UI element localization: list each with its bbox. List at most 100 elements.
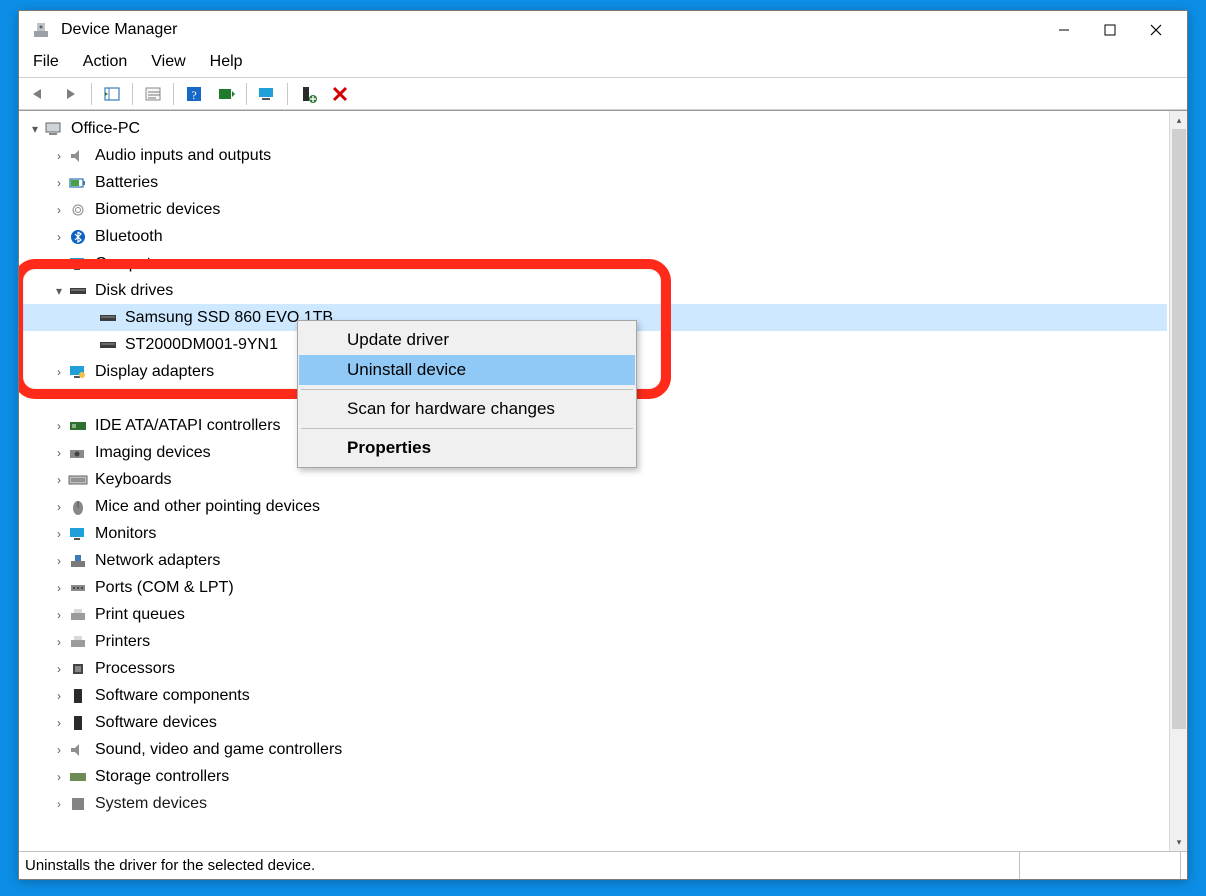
keyboard-icon (67, 471, 89, 489)
tree-item-ports[interactable]: › Ports (COM & LPT) (21, 574, 1167, 601)
chevron-right-icon[interactable]: › (51, 770, 67, 784)
device-tree[interactable]: ▾ Office-PC › Audio inputs and outputs ›… (19, 111, 1169, 851)
tree-item-network[interactable]: › Network adapters (21, 547, 1167, 574)
minimize-button[interactable] (1041, 14, 1087, 46)
toolbar-addhardware-button[interactable] (294, 81, 322, 107)
tree-item-printqueues[interactable]: › Print queues (21, 601, 1167, 628)
tree-item-computer[interactable]: › Computer (21, 250, 1167, 277)
chevron-down-icon[interactable]: ▾ (27, 122, 43, 136)
maximize-button[interactable] (1087, 14, 1133, 46)
chevron-right-icon[interactable]: › (51, 716, 67, 730)
tree-item-processors[interactable]: › Processors (21, 655, 1167, 682)
chevron-down-icon[interactable]: ▾ (51, 284, 67, 298)
chevron-right-icon[interactable]: › (51, 554, 67, 568)
scrollbar-thumb[interactable] (1172, 129, 1186, 729)
scrollbar-down-icon[interactable]: ▾ (1170, 833, 1187, 851)
tree-item-label: Storage controllers (95, 768, 229, 786)
toolbar-forward-button[interactable] (57, 81, 85, 107)
tree-item-label: Imaging devices (95, 444, 211, 462)
tree-item-label: Disk drives (95, 282, 173, 300)
network-icon (67, 552, 89, 570)
tree-item-swcomponents[interactable]: › Software components (21, 682, 1167, 709)
chevron-right-icon[interactable]: › (51, 473, 67, 487)
context-menu-separator (301, 428, 633, 429)
tree-item-mice[interactable]: › Mice and other pointing devices (21, 493, 1167, 520)
chevron-right-icon[interactable]: › (51, 581, 67, 595)
chevron-right-icon[interactable]: › (51, 527, 67, 541)
ctx-update-driver[interactable]: Update driver (299, 325, 635, 355)
toolbar-updatedriver-button[interactable] (253, 81, 281, 107)
chevron-right-icon[interactable]: › (51, 500, 67, 514)
printer-icon (67, 633, 89, 651)
menu-action[interactable]: Action (83, 53, 127, 71)
monitor-icon (67, 525, 89, 543)
ctx-scan-hardware[interactable]: Scan for hardware changes (299, 394, 635, 424)
system-icon (67, 795, 89, 813)
software-icon (67, 714, 89, 732)
tree-item-label: Computer (95, 255, 165, 273)
tree-item-monitors[interactable]: › Monitors (21, 520, 1167, 547)
camera-icon (67, 444, 89, 462)
chevron-right-icon[interactable]: › (51, 365, 67, 379)
port-icon (67, 579, 89, 597)
statusbar: Uninstalls the driver for the selected d… (19, 851, 1187, 879)
chevron-right-icon[interactable]: › (51, 743, 67, 757)
close-button[interactable] (1133, 14, 1179, 46)
scrollbar-up-icon[interactable]: ▴ (1170, 111, 1187, 129)
toolbar-showhidden-button[interactable] (98, 81, 126, 107)
toolbar-back-button[interactable] (25, 81, 53, 107)
chevron-right-icon[interactable]: › (51, 797, 67, 811)
tree-item-printers[interactable]: › Printers (21, 628, 1167, 655)
chevron-right-icon[interactable]: › (51, 446, 67, 460)
display-icon (67, 363, 89, 381)
software-icon (67, 687, 89, 705)
toolbar-separator (246, 83, 247, 105)
ctx-uninstall-device[interactable]: Uninstall device (299, 355, 635, 385)
ctx-properties[interactable]: Properties (299, 433, 635, 463)
tree-item-label: IDE ATA/ATAPI controllers (95, 417, 281, 435)
window-title: Device Manager (61, 21, 178, 39)
tree-item-label: Mice and other pointing devices (95, 498, 320, 516)
tree-item-bluetooth[interactable]: › Bluetooth (21, 223, 1167, 250)
vertical-scrollbar[interactable]: ▴ ▾ (1169, 111, 1187, 851)
tree-item-keyboards[interactable]: › Keyboards (21, 466, 1167, 493)
tree-item-system[interactable]: › System devices (21, 790, 1167, 817)
chevron-right-icon[interactable]: › (51, 149, 67, 163)
toolbar-scan-button[interactable] (212, 81, 240, 107)
toolbar-help-button[interactable]: ? (180, 81, 208, 107)
tree-root[interactable]: ▾ Office-PC (21, 115, 1167, 142)
chevron-right-icon[interactable]: › (51, 608, 67, 622)
tree-item-label: Sound, video and game controllers (95, 741, 342, 759)
chevron-right-icon[interactable]: › (51, 176, 67, 190)
monitor-icon (67, 255, 89, 273)
battery-icon (67, 174, 89, 192)
menu-view[interactable]: View (151, 53, 185, 71)
toolbar-separator (287, 83, 288, 105)
toolbar-uninstall-button[interactable] (326, 81, 354, 107)
chevron-right-icon[interactable]: › (51, 230, 67, 244)
tree-item-biometric[interactable]: › Biometric devices (21, 196, 1167, 223)
chevron-right-icon[interactable]: › (51, 689, 67, 703)
tree-root-label: Office-PC (71, 120, 140, 138)
tree-item-label: Ports (COM & LPT) (95, 579, 234, 597)
tree-item-storage[interactable]: › Storage controllers (21, 763, 1167, 790)
menu-help[interactable]: Help (210, 53, 243, 71)
titlebar[interactable]: Device Manager (19, 11, 1187, 49)
tree-item-sound[interactable]: › Sound, video and game controllers (21, 736, 1167, 763)
tree-item-diskdrives[interactable]: ▾ Disk drives (21, 277, 1167, 304)
tree-item-swdevices[interactable]: › Software devices (21, 709, 1167, 736)
chevron-right-icon[interactable]: › (51, 203, 67, 217)
tree-item-audio[interactable]: › Audio inputs and outputs (21, 142, 1167, 169)
tree-item-batteries[interactable]: › Batteries (21, 169, 1167, 196)
menu-file[interactable]: File (33, 53, 59, 71)
chevron-right-icon[interactable]: › (51, 635, 67, 649)
chevron-right-icon[interactable]: › (51, 419, 67, 433)
printer-icon (67, 606, 89, 624)
toolbar-properties-button[interactable] (139, 81, 167, 107)
disk-icon (97, 336, 119, 354)
chevron-right-icon[interactable]: › (51, 662, 67, 676)
chevron-right-icon[interactable]: › (51, 257, 67, 271)
tree-item-label: Printers (95, 633, 150, 651)
context-menu-separator (301, 389, 633, 390)
tree-item-label: Batteries (95, 174, 158, 192)
